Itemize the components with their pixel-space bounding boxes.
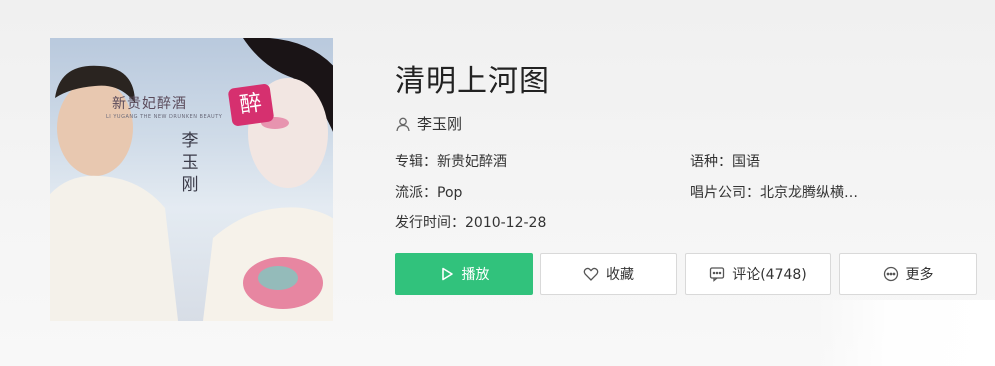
meta-company: 唱片公司：北京龙腾纵横… [690, 182, 858, 202]
meta-album-value[interactable]: 新贵妃醉酒 [437, 154, 507, 170]
heart-icon [583, 267, 599, 281]
meta-language-label: 语种： [690, 154, 732, 170]
meta-genre-label: 流派： [395, 185, 437, 201]
user-icon [396, 117, 410, 131]
cover-figure-right [203, 38, 333, 321]
play-icon [441, 267, 453, 281]
comment-button-label: 评论(4748) [732, 267, 807, 283]
cover-badge: 醉 [227, 83, 275, 127]
favorite-button[interactable]: 收藏 [540, 253, 677, 295]
meta-company-label: 唱片公司： [690, 185, 760, 201]
cover-vertical-name: 李玉刚 [181, 131, 199, 195]
meta-genre-value: Pop [437, 185, 463, 201]
fade-overlay [815, 300, 995, 366]
meta-album-label: 专辑： [395, 154, 437, 170]
meta-genre: 流派：Pop [395, 182, 462, 202]
play-button-label: 播放 [461, 267, 490, 283]
more-button-label: 更多 [905, 267, 934, 283]
meta-language-value: 国语 [732, 154, 760, 170]
cover-sub-text: LI YUGANG THE NEW DRUNKEN BEAUTY [106, 114, 223, 120]
song-title: 清明上河图 [395, 64, 550, 99]
more-button[interactable]: 更多 [839, 253, 977, 295]
cover-logo-text: 新贵妃醉酒 [112, 96, 187, 112]
album-cover[interactable]: 新贵妃醉酒 LI YUGANG THE NEW DRUNKEN BEAUTY 醉… [50, 38, 333, 321]
comment-button[interactable]: 评论(4748) [685, 253, 831, 295]
comment-icon [710, 267, 725, 282]
meta-album: 专辑：新贵妃醉酒 [395, 151, 507, 171]
artist-name: 李玉刚 [417, 115, 463, 133]
meta-company-value: 北京龙腾纵横… [760, 185, 858, 201]
more-icon [883, 266, 898, 282]
favorite-button-label: 收藏 [606, 267, 634, 283]
meta-release-label: 发行时间： [395, 215, 465, 231]
meta-release: 发行时间：2010-12-28 [395, 212, 546, 232]
meta-language: 语种：国语 [690, 151, 760, 171]
artist-link[interactable]: 李玉刚 [395, 113, 462, 134]
play-button[interactable]: 播放 [395, 253, 533, 295]
meta-release-value: 2010-12-28 [465, 215, 547, 231]
